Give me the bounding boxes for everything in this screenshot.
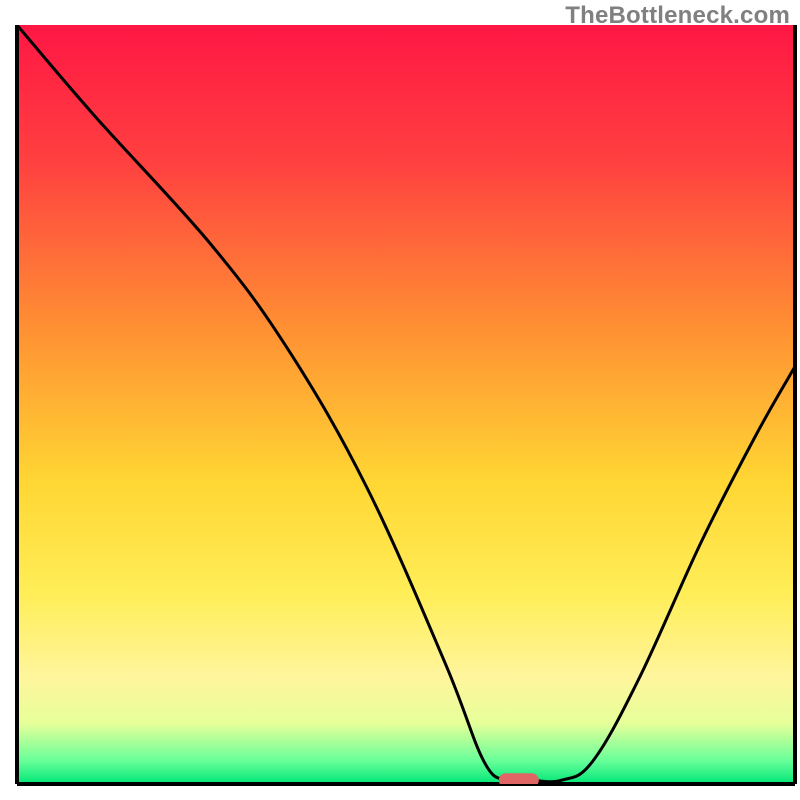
bottleneck-chart: TheBottleneck.com — [0, 0, 800, 800]
background-gradient — [17, 25, 795, 784]
chart-svg — [0, 0, 800, 800]
watermark-label: TheBottleneck.com — [565, 2, 790, 30]
